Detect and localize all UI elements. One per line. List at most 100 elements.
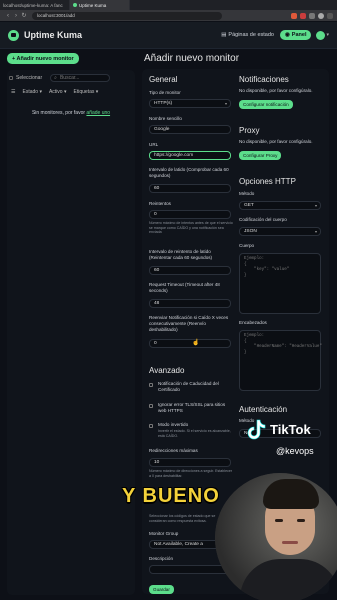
forward-icon[interactable]: › bbox=[12, 13, 20, 19]
url-field[interactable]: localhost:3001/add bbox=[32, 11, 222, 20]
url-input[interactable]: https://google.com bbox=[149, 151, 231, 160]
empty-text: Sin monitores, por favor bbox=[31, 110, 86, 116]
tiktok-logo-icon bbox=[247, 419, 266, 440]
http-options-heading: Opciones HTTP bbox=[239, 177, 296, 186]
filter-bar: ☰ Estado ▾ Activo ▾ Etiquetas ▾ bbox=[11, 89, 98, 95]
retry-interval-label: Intervalo de reintento de latido (Reinte… bbox=[149, 249, 213, 260]
notifications-heading: Notificaciones bbox=[239, 75, 289, 84]
uptime-kuma-favicon-icon bbox=[73, 3, 77, 7]
body-encoding-label: Codificación del cuerpo bbox=[239, 217, 287, 222]
panel-button[interactable]: ◉ Panel bbox=[279, 30, 312, 40]
search-icon: ⌕ bbox=[54, 75, 57, 81]
resend-input[interactable]: 0 bbox=[149, 339, 231, 348]
extensions-area bbox=[291, 12, 333, 19]
status-pages-label: Páginas de estado bbox=[228, 32, 274, 38]
browser-address-bar: ‹ › ↻ localhost:3001/add bbox=[0, 10, 337, 21]
status-page-icon: ▤ bbox=[221, 32, 227, 38]
empty-state: Sin monitores, por favor añade uno bbox=[7, 110, 135, 116]
chevron-down-icon: ▾ bbox=[314, 203, 317, 208]
friendly-name-label: Nombre sencillo bbox=[149, 116, 182, 121]
monitor-list-toolbar: Seleccionar ⌕ Buscar... bbox=[9, 74, 133, 82]
search-placeholder: Buscar... bbox=[59, 75, 80, 81]
video-caption: Y BUENO bbox=[122, 485, 220, 507]
retries-hint: Número máximo de intentos antes de que e… bbox=[149, 221, 233, 235]
reload-icon[interactable]: ↻ bbox=[20, 12, 28, 19]
upside-down-checkbox[interactable] bbox=[149, 424, 153, 428]
ignore-tls-checkbox[interactable] bbox=[149, 404, 153, 408]
max-redirects-label: Redirecciones máximas bbox=[149, 448, 198, 453]
monitor-group-label: Monitor Group bbox=[149, 531, 179, 536]
timeout-label: Request Timeout (Timeout after 48 second… bbox=[149, 282, 220, 293]
tiktok-name: TikTok bbox=[270, 421, 311, 437]
description-label: Descripción bbox=[149, 556, 173, 561]
app-header: Uptime Kuma ▤ Páginas de estado ◉ Panel … bbox=[0, 22, 337, 49]
back-icon[interactable]: ‹ bbox=[4, 13, 12, 19]
upside-down-label: Modo invertido bbox=[158, 422, 189, 427]
menu-icon[interactable] bbox=[327, 12, 333, 19]
avatar[interactable] bbox=[316, 30, 326, 40]
retries-label: Reintentos bbox=[149, 201, 171, 206]
select-label[interactable]: Seleccionar bbox=[16, 75, 42, 81]
url-label: URL bbox=[149, 142, 159, 147]
interval-input[interactable]: 60 bbox=[149, 184, 231, 193]
headers-textarea[interactable]: Ejemplo: { "HeaderName": "HeaderValue" } bbox=[239, 330, 322, 391]
brave-shield-icon[interactable] bbox=[291, 12, 297, 19]
add-monitor-button[interactable]: + Añadir nuevo monitor bbox=[7, 53, 79, 64]
chevron-down-icon: ▾ bbox=[224, 101, 227, 106]
search-input[interactable]: ⌕ Buscar... bbox=[50, 74, 111, 82]
retry-interval-input[interactable]: 60 bbox=[149, 266, 231, 275]
body-label: Cuerpo bbox=[239, 243, 255, 248]
monitor-type-select[interactable]: HTTP(s) ▾ bbox=[149, 99, 231, 108]
chevron-down-icon[interactable]: ▾ bbox=[326, 32, 329, 38]
filter-tags[interactable]: Etiquetas ▾ bbox=[74, 89, 99, 95]
interval-label: Intervalo de latido (Comprobar cada 60 s… bbox=[149, 167, 229, 178]
puzzle-icon[interactable] bbox=[309, 12, 315, 19]
status-pages-link[interactable]: ▤ Páginas de estado bbox=[221, 32, 274, 38]
advanced-heading: Avanzado bbox=[149, 366, 185, 375]
mouse-cursor-icon: ☝ bbox=[192, 340, 200, 346]
setup-notification-button[interactable]: Configurar notificación bbox=[239, 100, 293, 109]
body-encoding-select[interactable]: JSON ▾ bbox=[239, 227, 321, 236]
retries-input[interactable]: 0 bbox=[149, 210, 231, 219]
dashboard-icon: ◉ bbox=[284, 32, 290, 38]
cert-expiry-label: Notificación de Caducidad del Certificad… bbox=[158, 381, 219, 392]
filter-active[interactable]: Activo ▾ bbox=[49, 89, 67, 95]
resend-label: Reenviar Notificación si Caído X veces c… bbox=[149, 315, 229, 332]
browser-tab-active[interactable]: Uptime Kuma bbox=[70, 0, 130, 10]
monitor-type-label: Tipo de monitor bbox=[149, 90, 181, 95]
filter-icon[interactable]: ☰ bbox=[11, 89, 15, 95]
timeout-input[interactable]: 48 bbox=[149, 299, 231, 308]
tab-label: localhost/uptime-kuma: A fanc bbox=[3, 2, 63, 8]
filter-status[interactable]: Estado ▾ bbox=[22, 89, 41, 95]
max-redirects-input[interactable]: 10 bbox=[149, 458, 231, 467]
tiktok-watermark: TikTok bbox=[246, 418, 311, 440]
friendly-name-input[interactable]: Google bbox=[149, 125, 231, 134]
ignore-tls-label: Ignorar error TLS/SSL para sitios web HT… bbox=[158, 402, 226, 413]
tiktok-username: @kevops bbox=[276, 446, 314, 456]
screen: localhost/uptime-kuma: A fanc Uptime Kum… bbox=[0, 0, 337, 600]
uptime-kuma-logo-icon[interactable] bbox=[8, 29, 19, 41]
extension-icon[interactable] bbox=[300, 12, 306, 19]
profile-icon[interactable] bbox=[318, 12, 324, 19]
page-title: Añadir nuevo monitor bbox=[144, 53, 240, 64]
setup-proxy-button[interactable]: Configurar Proxy bbox=[239, 151, 282, 160]
add-one-link[interactable]: añade uno bbox=[86, 110, 110, 116]
general-heading: General bbox=[149, 75, 178, 84]
tab-label: Uptime Kuma bbox=[79, 2, 107, 8]
cert-expiry-checkbox[interactable] bbox=[149, 383, 153, 387]
panel-label: Panel bbox=[291, 32, 307, 38]
save-button[interactable]: Guardar bbox=[149, 585, 174, 594]
presenter-webcam bbox=[215, 473, 337, 600]
http-method-select[interactable]: GET ▾ bbox=[239, 201, 321, 210]
body-textarea[interactable]: Ejemplo: { "key": "value" } bbox=[239, 253, 321, 314]
chevron-down-icon: ▾ bbox=[314, 229, 317, 234]
notifications-not-available: No disponible, por favor configúralo. bbox=[239, 88, 313, 93]
upside-down-hint: Invertir el estado. Si el servicio es al… bbox=[158, 429, 231, 438]
browser-tab-bar: localhost/uptime-kuma: A fanc Uptime Kum… bbox=[0, 0, 337, 10]
app-title[interactable]: Uptime Kuma bbox=[24, 30, 82, 40]
select-checkbox[interactable] bbox=[9, 76, 13, 80]
browser-tab[interactable]: localhost/uptime-kuma: A fanc bbox=[0, 0, 70, 10]
headers-label: Encabezados bbox=[239, 320, 267, 325]
monitor-list-panel bbox=[7, 70, 135, 595]
http-method-label: Método bbox=[239, 191, 255, 196]
